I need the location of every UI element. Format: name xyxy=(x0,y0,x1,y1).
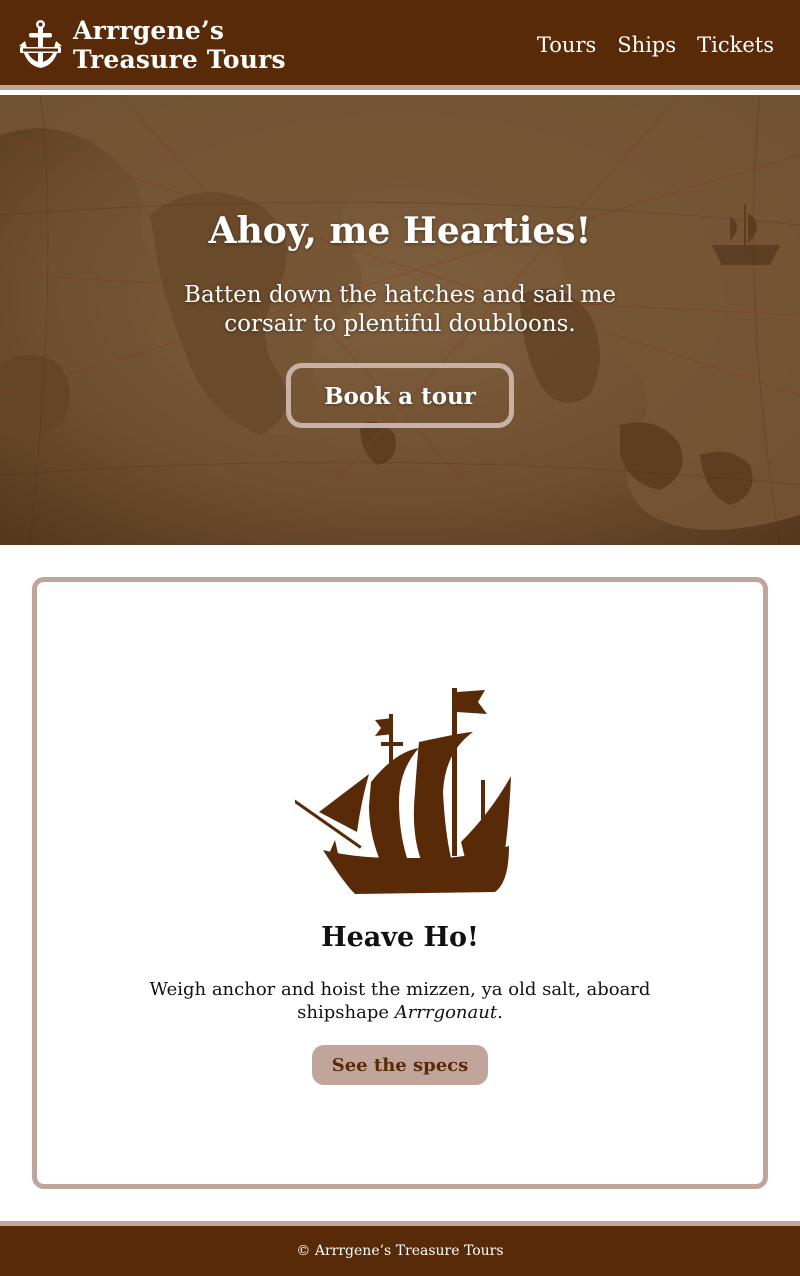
brand-name-line2: Treasure Tours xyxy=(73,45,286,74)
anchor-icon xyxy=(19,20,62,68)
galleon-ship-icon xyxy=(295,688,511,894)
site-header: Arrrgene’s Treasure Tours Tours Ships Ti… xyxy=(0,0,800,90)
book-tour-button[interactable]: Book a tour xyxy=(286,363,514,428)
footer-copyright: © Arrrgene’s Treasure Tours xyxy=(296,1243,504,1259)
ship-feature-card: Heave Ho! Weigh anchor and hoist the miz… xyxy=(32,577,768,1189)
nav-link-tours[interactable]: Tours xyxy=(537,30,596,60)
card-description-period: . xyxy=(497,1002,503,1023)
hero-title: Ahoy, me Hearties! xyxy=(208,210,592,252)
hero-section: Ahoy, me Hearties! Batten down the hatch… xyxy=(0,95,800,545)
hero-subtitle: Batten down the hatches and sail me cors… xyxy=(184,282,616,337)
ship-name: Arrrgonaut xyxy=(394,1002,498,1023)
brand-name-line1: Arrrgene’s xyxy=(73,16,225,45)
nav-link-ships[interactable]: Ships xyxy=(617,30,676,60)
site-footer: © Arrrgene’s Treasure Tours xyxy=(0,1221,800,1276)
card-description: Weigh anchor and hoist the mizzen, ya ol… xyxy=(140,978,660,1024)
card-title: Heave Ho! xyxy=(321,922,479,953)
main-nav: Tours Ships Tickets xyxy=(537,30,774,60)
nav-link-tickets[interactable]: Tickets xyxy=(697,30,774,60)
brand-logo-link[interactable]: Arrrgene’s Treasure Tours xyxy=(17,16,286,74)
see-specs-button[interactable]: See the specs xyxy=(312,1045,488,1085)
brand-name: Arrrgene’s Treasure Tours xyxy=(73,16,286,74)
